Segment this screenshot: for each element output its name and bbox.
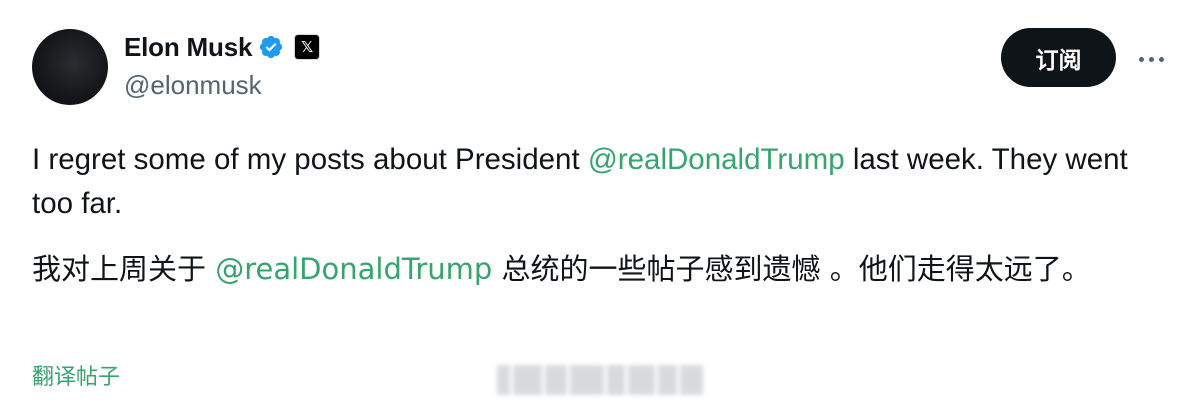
mention-link[interactable]: @realDonaldTrump (588, 143, 845, 176)
tweet-text-zh-before: 我对上周关于 (32, 252, 216, 286)
translate-post-link[interactable]: 翻译帖子 (32, 359, 120, 391)
x-logo-icon[interactable]: 𝕏 (294, 34, 321, 60)
avatar[interactable] (32, 29, 108, 105)
author-name-row: Elon Musk 𝕏 (124, 30, 321, 64)
author-handle[interactable]: @elonmusk (124, 70, 262, 101)
tweet-text-zh-after: 总统的一些帖子感到遗憾 。他们走得太远了。 (492, 252, 1091, 286)
mention-link-zh[interactable]: @realDonaldTrump (215, 252, 492, 286)
tweet-text-english: I regret some of my posts about Presiden… (32, 138, 1172, 226)
display-name[interactable]: Elon Musk (124, 32, 252, 63)
tweet-text-en-before: I regret some of my posts about Presiden… (32, 143, 588, 176)
verified-badge-icon[interactable] (258, 34, 284, 60)
blurred-watermark (497, 365, 703, 395)
tweet-text-chinese: 我对上周关于 @realDonaldTrump 总统的一些帖子感到遗憾 。他们走… (32, 244, 1142, 294)
more-horizontal-icon[interactable] (1134, 44, 1168, 74)
subscribe-button[interactable]: 订阅 (1001, 28, 1116, 87)
